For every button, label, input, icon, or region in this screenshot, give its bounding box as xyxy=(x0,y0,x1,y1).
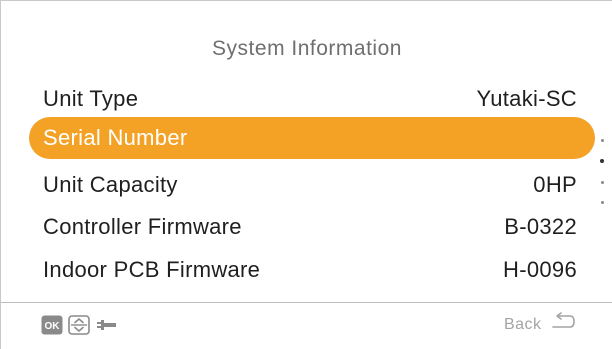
list-item-label: Controller Firmware xyxy=(43,214,242,239)
scroll-dot xyxy=(601,181,604,184)
page-title: System Information xyxy=(212,37,402,60)
back-button[interactable]: Back xyxy=(504,312,576,336)
list-item-label: Unit Type xyxy=(43,86,139,111)
list-item-label: Unit Capacity xyxy=(43,172,178,197)
up-down-arrows-icon xyxy=(68,315,90,340)
list-item-value: 0HP xyxy=(533,172,577,197)
scroll-dot xyxy=(601,139,604,142)
list-item-unit-type[interactable]: Unit Type Yutaki-SC xyxy=(29,78,595,120)
list-item-value: H-0096 xyxy=(503,257,577,282)
list-item-controller-firmware[interactable]: Controller Firmware B-0322 xyxy=(29,206,595,248)
list-item-value: B-0322 xyxy=(504,214,577,239)
list-item-label: Serial Number xyxy=(43,125,188,150)
screen-frame: System Information Unit Type Yutaki-SC S… xyxy=(0,0,612,349)
wrench-icon xyxy=(95,317,117,338)
list-item-serial-number[interactable]: Serial Number xyxy=(29,117,595,159)
ok-icon-label: OK xyxy=(45,321,61,332)
list-item-label: Indoor PCB Firmware xyxy=(43,257,261,282)
return-arrow-icon xyxy=(550,312,576,337)
ok-icon: OK xyxy=(41,315,63,340)
back-label: Back xyxy=(503,315,542,333)
scroll-dot-active xyxy=(600,159,604,163)
list-item-value: Yutaki-SC xyxy=(476,86,577,111)
scroll-indicator xyxy=(598,125,608,215)
list-item-indoor-pcb-firmware[interactable]: Indoor PCB Firmware H-0096 xyxy=(29,249,595,291)
list-item-unit-capacity[interactable]: Unit Capacity 0HP xyxy=(29,164,595,206)
footer-divider xyxy=(1,302,612,303)
scroll-dot xyxy=(601,201,604,204)
